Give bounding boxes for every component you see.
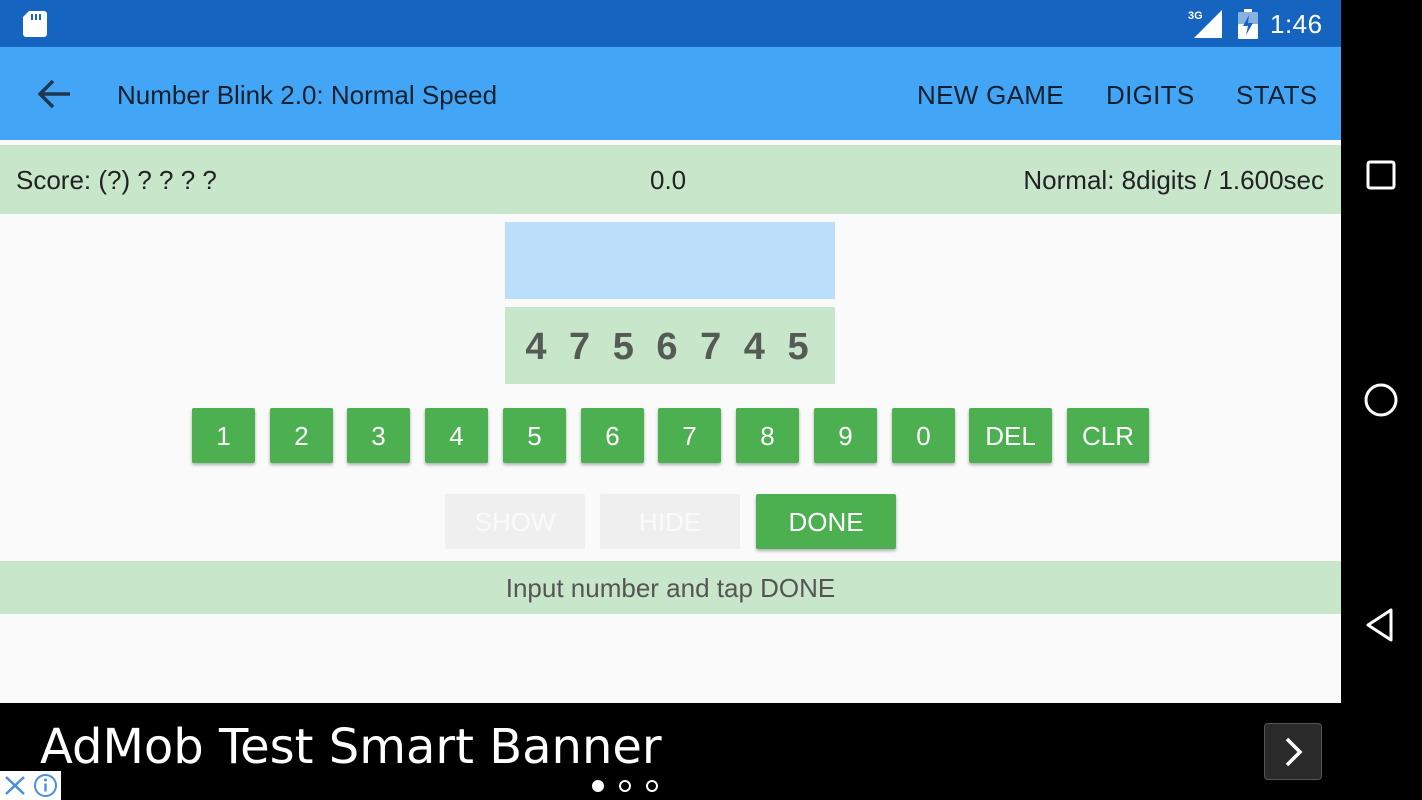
blink-display: [505, 222, 835, 299]
toolbar: Number Blink 2.0: Normal Speed NEW GAME …: [0, 47, 1341, 140]
mode-label: Normal: 8digits / 1.600sec: [1023, 165, 1324, 195]
page-dot: [646, 780, 658, 792]
sd-card-icon: [23, 11, 47, 37]
key-8[interactable]: 8: [736, 408, 799, 463]
svg-text:3G: 3G: [1188, 10, 1203, 22]
key-0[interactable]: 0: [892, 408, 955, 463]
arrow-back-icon[interactable]: [34, 76, 74, 112]
score-bar: Score: (?) ? ? ? ? 0.0 Normal: 8digits /…: [0, 145, 1341, 214]
ad-banner[interactable]: AdMob Test Smart Banner: [0, 703, 1341, 800]
key-7[interactable]: 7: [658, 408, 721, 463]
show-button[interactable]: SHOW: [445, 494, 585, 549]
digits-button[interactable]: DIGITS: [1106, 80, 1194, 111]
battery-charging-icon: [1238, 9, 1258, 39]
ad-next-button[interactable]: [1264, 723, 1322, 780]
clear-button[interactable]: CLR: [1067, 408, 1149, 463]
hide-button[interactable]: HIDE: [600, 494, 740, 549]
new-game-button[interactable]: NEW GAME: [917, 80, 1064, 111]
chevron-right-icon: [1285, 737, 1303, 767]
delete-button[interactable]: DEL: [969, 408, 1052, 463]
key-4[interactable]: 4: [425, 408, 488, 463]
stats-button[interactable]: STATS: [1236, 80, 1317, 111]
back-triangle-icon[interactable]: [1361, 605, 1401, 645]
number-input-display: 4 7 5 6 7 4 5 7: [505, 307, 835, 448]
page-title: Number Blink 2.0: Normal Speed: [117, 80, 498, 110]
home-circle-icon[interactable]: [1361, 380, 1401, 420]
key-6[interactable]: 6: [581, 408, 644, 463]
key-9[interactable]: 9: [814, 408, 877, 463]
status-bar: 3G 1:46: [0, 0, 1341, 47]
ad-close-icon[interactable]: [0, 771, 30, 800]
hint-bar: Input number and tap DONE: [0, 561, 1341, 614]
score-label: Score: (?) ? ? ? ?: [16, 165, 217, 195]
app-content: Number Blink 2.0: Normal Speed NEW GAME …: [0, 47, 1341, 703]
signal-icon: 3G: [1188, 10, 1222, 38]
page-dot-active: [592, 780, 604, 792]
ad-page-indicator: [592, 780, 662, 794]
key-5[interactable]: 5: [503, 408, 566, 463]
done-button[interactable]: DONE: [756, 494, 896, 549]
ad-info-icon[interactable]: [30, 771, 61, 800]
key-3[interactable]: 3: [347, 408, 410, 463]
timer-label: 0.0: [650, 165, 687, 195]
page-dot: [619, 780, 631, 792]
clock: 1:46: [1270, 9, 1323, 39]
ad-text[interactable]: AdMob Test Smart Banner: [40, 719, 662, 775]
key-2[interactable]: 2: [270, 408, 333, 463]
recents-square-icon[interactable]: [1361, 155, 1401, 195]
key-1[interactable]: 1: [192, 408, 255, 463]
navigation-bar: [1341, 0, 1422, 703]
